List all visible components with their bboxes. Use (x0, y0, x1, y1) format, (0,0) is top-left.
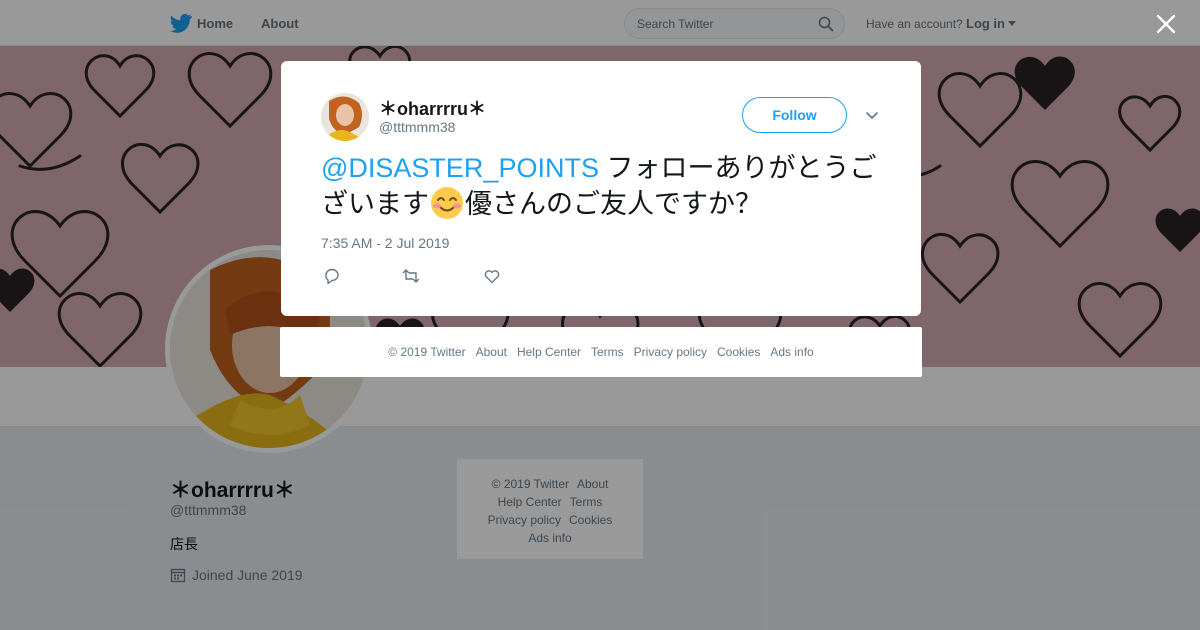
reply-icon[interactable] (323, 267, 341, 285)
tweet-author-name[interactable]: ＊oharrrru＊ (379, 95, 486, 121)
tweet-text: @DISASTER_POINTS フォローありがとうございます 優さんのご友人で… (321, 151, 881, 222)
modal-footer-cookies-link[interactable]: Cookies (717, 345, 760, 359)
tweet-timestamp[interactable]: 7:35 AM - 2 Jul 2019 (321, 235, 449, 251)
tweet-author-handle[interactable]: @tttmmm38 (379, 119, 455, 135)
follow-button[interactable]: Follow (742, 97, 847, 133)
modal-footer-terms-link[interactable]: Terms (591, 345, 624, 359)
modal-footer: © 2019 Twitter About Help Center Terms Priva… (280, 327, 922, 377)
author-photo (321, 93, 369, 141)
modal-footer-about-link[interactable]: About (476, 345, 507, 359)
modal-footer-ads-link[interactable]: Ads info (770, 345, 813, 359)
modal-footer-help-link[interactable]: Help Center (517, 345, 581, 359)
heart-icon[interactable] (483, 267, 501, 285)
retweet-icon[interactable] (402, 267, 420, 285)
smiling-face-icon (431, 187, 463, 219)
chevron-down-icon[interactable] (865, 108, 879, 122)
tweet-author-avatar[interactable] (321, 93, 369, 141)
modal-footer-copyright: © 2019 Twitter (388, 345, 466, 359)
tweet-modal: ＊oharrrru＊ @tttmmm38 Follow @DISASTER_PO… (281, 61, 921, 316)
tweet-text-part2: 優さんのご友人ですか？ (465, 189, 762, 219)
close-icon[interactable] (1155, 13, 1177, 35)
modal-footer-privacy-link[interactable]: Privacy policy (634, 345, 707, 359)
mention-link[interactable]: @DISASTER_POINTS (321, 153, 599, 183)
